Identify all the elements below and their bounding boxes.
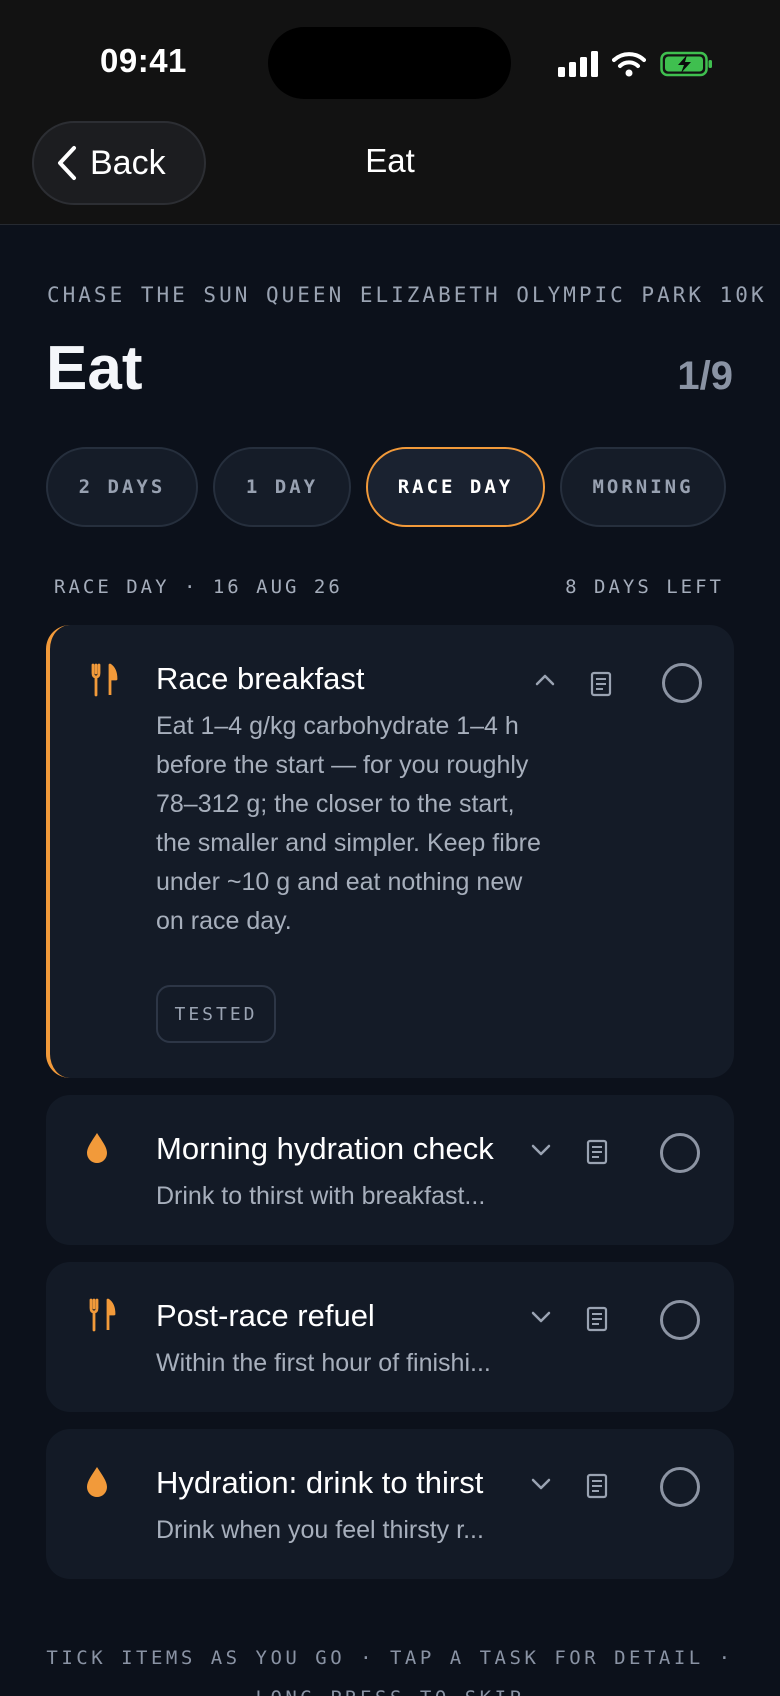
battery-charging-icon <box>660 51 712 77</box>
task-title: Hydration: drink to thirst <box>156 1465 484 1500</box>
task-checkbox[interactable] <box>660 1133 700 1173</box>
task-description: Eat 1–4 g/kg carbohydrate 1–4 h before t… <box>156 712 541 935</box>
document-icon[interactable] <box>586 1139 610 1165</box>
tab-race-day[interactable]: RACE DAY <box>366 447 545 527</box>
signal-icon <box>558 51 598 77</box>
task-description: Within the first hour of finishi... <box>156 1349 491 1377</box>
tab-1-day[interactable]: 1 DAY <box>213 447 351 527</box>
page-title: Eat <box>46 334 143 403</box>
wifi-icon <box>612 52 646 77</box>
fork-knife-icon <box>91 663 118 697</box>
days-left: 8 DAYS LEFT <box>565 576 724 598</box>
task-title: Post-race refuel <box>156 1298 375 1333</box>
document-icon[interactable] <box>590 671 614 697</box>
chevron-down-icon[interactable] <box>530 1143 552 1157</box>
status-icons <box>558 48 714 80</box>
progress-count: 1/9 <box>677 354 733 398</box>
document-icon[interactable] <box>586 1306 610 1332</box>
droplet-icon <box>87 1467 107 1497</box>
task-title: Morning hydration check <box>156 1131 494 1166</box>
tab-2-days[interactable]: 2 DAYS <box>46 447 198 527</box>
task-description: Drink when you feel thirsty r... <box>156 1516 484 1544</box>
footer-hint-line2: LONG PRESS TO SKIP <box>0 1678 780 1696</box>
document-icon[interactable] <box>586 1473 610 1499</box>
task-checkbox[interactable] <box>660 1467 700 1507</box>
top-bar: 09:41 Back Eat <box>0 0 780 225</box>
chevron-down-icon[interactable] <box>530 1477 552 1491</box>
task-checkbox[interactable] <box>660 1300 700 1340</box>
event-name: CHASE THE SUN QUEEN ELIZABETH OLYMPIC PA… <box>47 283 767 307</box>
chevron-up-icon[interactable] <box>534 673 556 687</box>
task-card-morning-hydration[interactable]: Morning hydration check Drink to thirst … <box>46 1095 734 1245</box>
tab-morning[interactable]: MORNING <box>560 447 726 527</box>
task-checkbox[interactable] <box>662 663 702 703</box>
task-card-post-race-refuel[interactable]: Post-race refuel Within the first hour o… <box>46 1262 734 1412</box>
fork-knife-icon <box>89 1298 116 1332</box>
task-card-race-breakfast[interactable]: Race breakfast Eat 1–4 g/kg carbohydrate… <box>46 625 734 1078</box>
dynamic-island <box>268 27 511 99</box>
section-date: RACE DAY · 16 AUG 26 <box>54 576 343 598</box>
task-card-hydration-thirst[interactable]: Hydration: drink to thirst Drink when yo… <box>46 1429 734 1579</box>
chevron-down-icon[interactable] <box>530 1310 552 1324</box>
task-title: Race breakfast <box>156 661 365 696</box>
footer-hint: TICK ITEMS AS YOU GO · TAP A TASK FOR DE… <box>0 1638 780 1696</box>
nav-title: Eat <box>365 142 415 179</box>
footer-hint-line1: TICK ITEMS AS YOU GO · TAP A TASK FOR DE… <box>46 1647 734 1669</box>
droplet-icon <box>87 1133 107 1163</box>
tested-badge: TESTED <box>156 985 276 1043</box>
status-time: 09:41 <box>100 42 187 79</box>
task-description: Drink to thirst with breakfast... <box>156 1182 486 1210</box>
